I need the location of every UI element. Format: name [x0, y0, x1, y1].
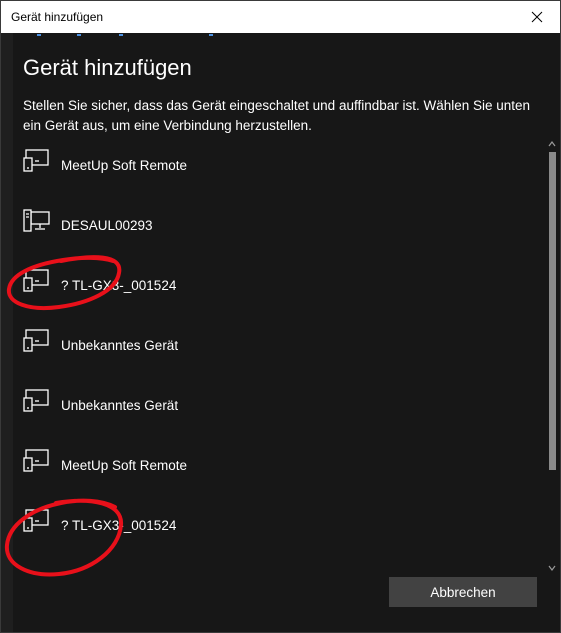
title-bar: Gerät hinzufügen [1, 1, 560, 33]
device-list-item[interactable]: Unbekanntes Gerät [13, 315, 543, 365]
scrollbar-thumb[interactable] [549, 152, 556, 470]
device-name: Unbekanntes Gerät [61, 398, 179, 413]
dialog-content: Gerät hinzufügen Stellen Sie sicher, das… [13, 33, 560, 632]
close-button[interactable] [514, 1, 560, 33]
device-name: ? TL-GX3-_001524 [61, 518, 177, 533]
scroll-down-icon[interactable] [547, 563, 557, 573]
device-name: Unbekanntes Gerät [61, 338, 179, 353]
instructions-text: Stellen Sie sicher, dass das Gerät einge… [23, 98, 531, 133]
cancel-button[interactable]: Abbrechen [389, 577, 537, 607]
device-list-scrollbar[interactable] [547, 135, 557, 573]
scroll-up-icon[interactable] [547, 139, 557, 149]
page-title: Gerät hinzufügen [23, 55, 192, 80]
display-device-icon [23, 449, 49, 472]
add-device-dialog: Gerät hinzufügen Gerät hinzufügen Stelle… [0, 0, 561, 633]
window-title: Gerät hinzufügen [11, 10, 104, 24]
display-device-icon [23, 149, 49, 172]
device-list-item[interactable]: MeetUp Soft Remote [13, 435, 543, 485]
device-name: ? TL-GX3-_001524 [61, 278, 177, 293]
device-list-item[interactable]: ? TL-GX3-_001524 [13, 255, 543, 305]
display-device-icon [23, 509, 49, 532]
searching-progress-indicator [37, 33, 237, 37]
device-list-item[interactable]: MeetUp Soft Remote [13, 135, 543, 185]
display-device-icon [23, 389, 49, 412]
display-device-icon [23, 329, 49, 352]
device-name: DESAUL00293 [61, 218, 153, 233]
device-name: MeetUp Soft Remote [61, 158, 188, 173]
display-device-icon [23, 269, 49, 292]
computer-icon [23, 209, 50, 232]
device-list-item[interactable]: Unbekanntes Gerät [13, 375, 543, 425]
device-name: MeetUp Soft Remote [61, 458, 188, 473]
device-list-item[interactable]: ? TL-GX3-_001524 [13, 495, 543, 545]
device-list-item[interactable]: DESAUL00293 [13, 195, 543, 245]
device-list: MeetUp Soft Remote DESAUL00293 ? TL-GX3-… [13, 135, 543, 575]
close-icon [531, 11, 543, 23]
